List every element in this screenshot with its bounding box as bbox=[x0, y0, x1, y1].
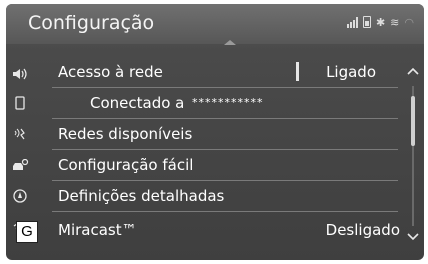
scroll-up-icon[interactable] bbox=[406, 64, 420, 78]
header-bar: Configuração ✱ ≋ ◠ bbox=[6, 4, 424, 44]
miracast-label: Miracast™ bbox=[58, 221, 137, 239]
scroll-down-icon[interactable] bbox=[406, 230, 420, 244]
detailed-settings-row[interactable]: Definições detalhadas bbox=[52, 182, 398, 212]
network-access-value: Ligado bbox=[326, 63, 376, 81]
detailed-settings-label: Definições detalhadas bbox=[58, 187, 225, 205]
scrollbar-thumb[interactable] bbox=[411, 96, 415, 146]
wifi-strength-icon: ◠ bbox=[404, 16, 414, 29]
easy-setup-label: Configuração fácil bbox=[58, 156, 194, 174]
page-title: Configuração bbox=[28, 12, 155, 34]
battery-icon bbox=[362, 16, 371, 28]
status-bar: ✱ ≋ ◠ bbox=[346, 16, 414, 29]
scroll-up-indicator-icon[interactable] bbox=[224, 40, 236, 45]
miracast-value: Desligado bbox=[325, 221, 400, 239]
phone-icon[interactable] bbox=[10, 93, 30, 113]
settings-screen: Configuração ✱ ≋ ◠ Acesso à rede Ligado … bbox=[6, 4, 424, 260]
available-networks-row[interactable]: Redes disponíveis bbox=[52, 120, 398, 150]
bluetooth-icon: ✱ bbox=[375, 16, 386, 29]
connected-row: Conectado a *********** bbox=[52, 89, 398, 119]
wifi-icon: ≋ bbox=[390, 16, 400, 29]
car-settings-icon[interactable] bbox=[10, 156, 30, 176]
connected-label: Conectado a bbox=[90, 94, 185, 112]
connected-network-name: *********** bbox=[192, 96, 264, 109]
miracast-row[interactable]: Miracast™ Desligado bbox=[52, 216, 400, 245]
network-access-row[interactable]: Acesso à rede Ligado bbox=[52, 58, 398, 88]
callout-label-g: G bbox=[16, 221, 38, 243]
available-networks-label: Redes disponíveis bbox=[58, 125, 193, 143]
toggle-indicator bbox=[296, 62, 299, 81]
wireless-icon[interactable] bbox=[10, 124, 30, 144]
easy-setup-row[interactable]: Configuração fácil bbox=[52, 151, 398, 181]
signal-icon bbox=[346, 17, 358, 28]
navigation-icon[interactable] bbox=[10, 186, 30, 206]
volume-icon[interactable] bbox=[10, 64, 30, 84]
network-access-label: Acesso à rede bbox=[58, 63, 163, 81]
